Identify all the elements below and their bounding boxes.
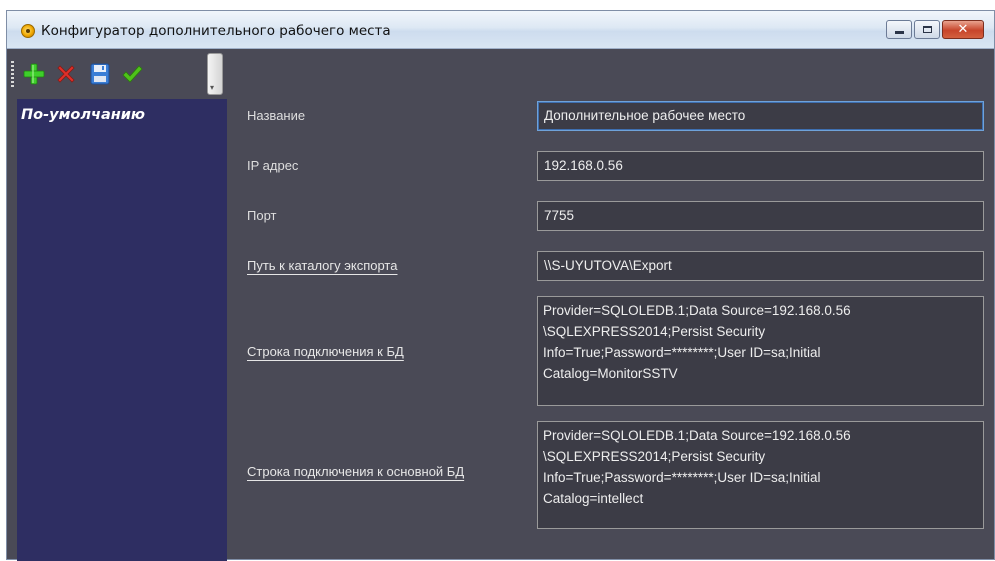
sidebar-item-default[interactable]: По-умолчанию [21, 107, 145, 123]
db-connection-link[interactable]: Строка подключения к БД [247, 344, 404, 359]
x-icon [57, 65, 75, 83]
export-path-link[interactable]: Путь к каталогу экспорта [247, 258, 397, 273]
name-input[interactable]: Дополнительное рабочее место [537, 101, 984, 131]
minimize-icon [894, 31, 904, 34]
maximize-button[interactable] [914, 20, 940, 39]
main-db-connection-link[interactable]: Строка подключения к основной БД [247, 464, 464, 479]
add-button[interactable] [19, 59, 49, 89]
toolbar-overflow-button[interactable]: ▾ [207, 53, 223, 95]
ip-label: IP адрес [247, 158, 299, 173]
app-window: Конфигуратор дополнительного рабочего ме… [6, 10, 995, 561]
save-button[interactable] [85, 59, 115, 89]
workplace-list: По-умолчанию [17, 99, 227, 561]
window-controls: ✕ [884, 20, 984, 40]
toolbar-grip-icon[interactable] [11, 61, 14, 87]
toolbar: ▾ [7, 49, 233, 99]
maximize-icon [922, 26, 932, 33]
port-label: Порт [247, 208, 277, 223]
apply-button[interactable] [117, 59, 147, 89]
checkmark-icon [122, 65, 143, 83]
ip-input[interactable]: 192.168.0.56 [537, 151, 984, 181]
plus-icon [23, 63, 45, 85]
title-bar[interactable]: Конфигуратор дополнительного рабочего ме… [7, 11, 994, 49]
close-icon: ✕ [957, 22, 969, 37]
window-title: Конфигуратор дополнительного рабочего ме… [41, 23, 391, 39]
db-connection-input[interactable]: Provider=SQLOLEDB.1;Data Source=192.168.… [537, 296, 984, 406]
name-label: Название [247, 108, 306, 123]
floppy-disk-icon [90, 63, 110, 85]
minimize-button[interactable] [886, 20, 912, 39]
main-db-connection-input[interactable]: Provider=SQLOLEDB.1;Data Source=192.168.… [537, 421, 984, 529]
port-input[interactable]: 7755 [537, 201, 984, 231]
chevron-down-icon: ▾ [210, 83, 215, 92]
export-path-input[interactable]: \\S-UYUTOVA\Export [537, 251, 984, 281]
app-gear-icon [21, 24, 35, 38]
close-button[interactable]: ✕ [942, 20, 984, 39]
delete-button[interactable] [51, 59, 81, 89]
